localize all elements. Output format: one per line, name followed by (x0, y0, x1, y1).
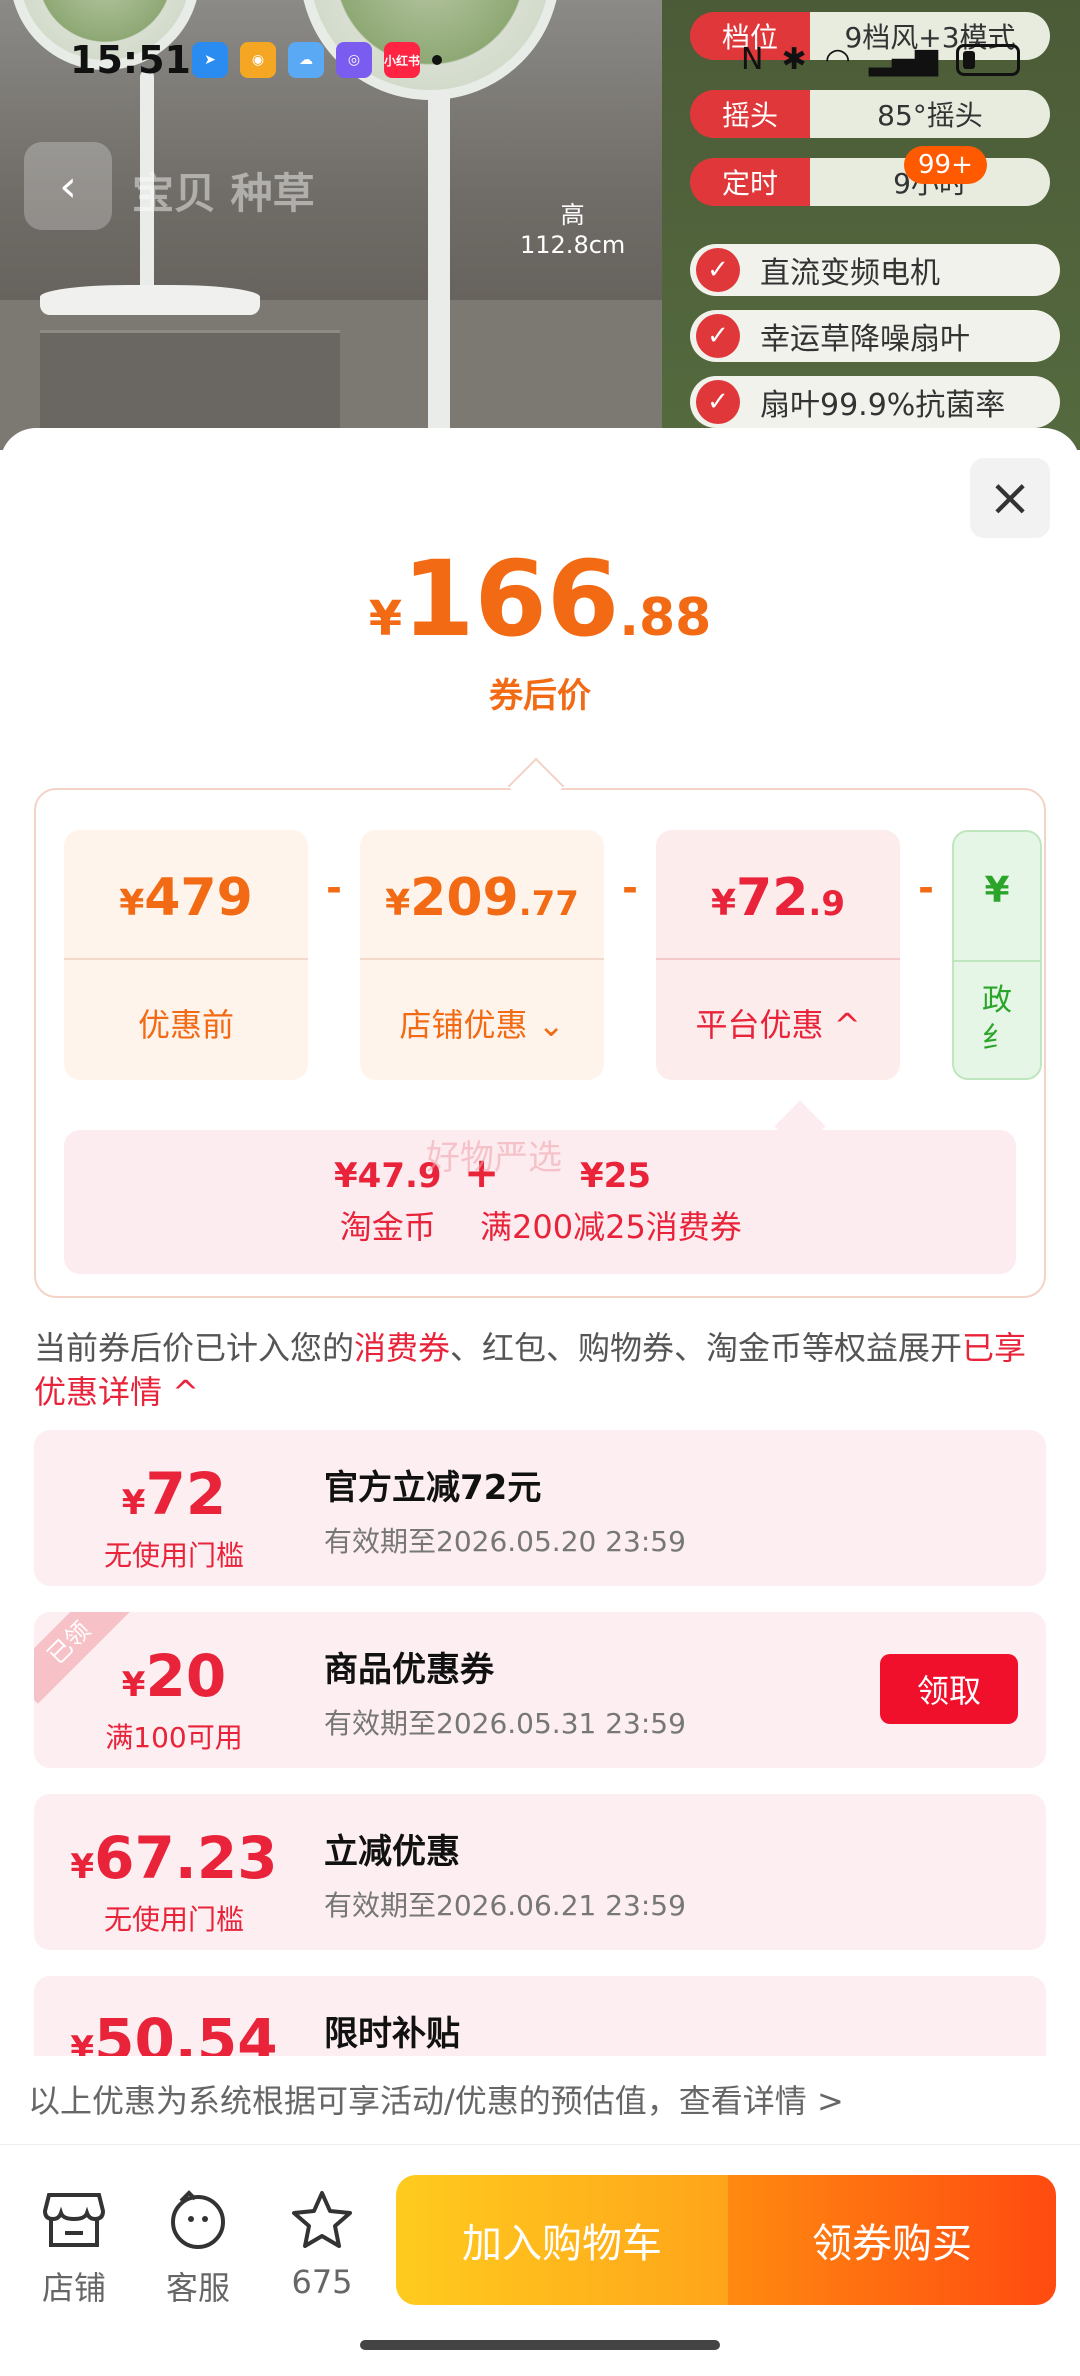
xiaohongshu-icon: 小红书 (384, 42, 420, 78)
final-price-label: 券后价 (489, 676, 591, 716)
weather-icon: ☁ (288, 42, 324, 78)
home-indicator[interactable] (360, 2340, 720, 2350)
check-icon: ✓ (696, 380, 740, 424)
browser-app-icon: ◎ (336, 42, 372, 78)
navigation-app-icon: ➤ (192, 42, 228, 78)
feature-item: ✓ 幸运草降噪扇叶 (690, 310, 1060, 362)
final-price: ¥166.88 (368, 538, 712, 660)
coupon-item[interactable]: 已领 ¥20 满100可用 商品优惠券 有效期至2026.05.31 23:59… (34, 1612, 1046, 1768)
system-icons: N ✱ ◠ ▂▄▆ (741, 42, 1020, 77)
card-government-subsidy[interactable]: ¥ 政 纟 (952, 830, 1042, 1080)
star-icon (272, 2185, 372, 2255)
chevron-down-icon: ⌄ (537, 1006, 565, 1044)
price-breakdown: ¥479 优惠前 - ¥209.77 店铺优惠 ⌄ - ¥72.9 平台优惠 ^… (34, 788, 1046, 1298)
coupon-item[interactable]: ¥67.23 无使用门槛 立减优惠 有效期至2026.06.21 23:59 (34, 1794, 1046, 1950)
customer-service-icon (148, 2185, 248, 2255)
back-button[interactable]: ‹ (24, 142, 112, 230)
disclaimer-link[interactable]: 以上优惠为系统根据可享活动/优惠的预估值，查看详情 > (28, 2076, 844, 2122)
height-label: 高 112.8cm (520, 201, 626, 259)
add-to-cart-button[interactable]: 加入购物车 (396, 2175, 728, 2305)
minus-sign: - (622, 866, 638, 910)
shop-icon (24, 2185, 124, 2255)
card-shop-discount[interactable]: ¥209.77 店铺优惠 ⌄ (360, 830, 604, 1080)
check-icon: ✓ (696, 314, 740, 358)
feature-item: ✓ 直流变频电机 (690, 244, 1060, 296)
fan-stand-right (428, 90, 450, 450)
coupon-item[interactable]: ¥72 无使用门槛 官方立减72元 有效期至2026.05.20 23:59 (34, 1430, 1046, 1586)
bluetooth-icon: ✱ (781, 42, 807, 77)
claim-and-buy-button[interactable]: 领券购买 (728, 2175, 1056, 2305)
fan-base-left (40, 285, 260, 315)
signal-icon: ▂▄▆ (868, 42, 938, 77)
cart-badge: 99+ (904, 146, 987, 184)
spec-row-timer: 定时 9小时 (690, 156, 1050, 208)
battery-icon (956, 43, 1020, 76)
minus-sign: - (918, 866, 934, 910)
chevron-up-icon: ^ (833, 1006, 861, 1044)
service-button[interactable]: 客服 (148, 2185, 248, 2309)
more-dot-icon (432, 55, 442, 65)
info-text: 当前券后价已计入您的消费券、红包、购物券、淘金币等权益展开已享优惠详情 ^ (34, 1329, 1027, 1411)
check-icon: ✓ (696, 248, 740, 292)
favorite-button[interactable]: 675 (272, 2185, 372, 2301)
feature-item: ✓ 扇叶99.9%抗菌率 (690, 376, 1060, 428)
watermark-text: 好物严选 (426, 1138, 562, 1178)
card-original-price: ¥479 优惠前 (64, 830, 308, 1080)
notification-icons: ➤ ◉ ☁ ◎ 小红书 (192, 42, 442, 78)
status-bar: 15:51 ➤ ◉ ☁ ◎ 小红书 N ✱ ◠ ▂▄▆ (0, 30, 1080, 100)
nfc-icon: N (741, 42, 764, 77)
close-icon: × (988, 468, 1032, 528)
minus-sign: - (326, 866, 342, 910)
card-platform-discount[interactable]: ¥72.9 平台优惠 ^ (656, 830, 900, 1080)
claim-button[interactable]: 领取 (880, 1654, 1018, 1724)
wifi-icon: ◠ (824, 42, 851, 77)
nav-tabs[interactable]: 宝贝 种草 (132, 160, 315, 221)
status-time: 15:51 (70, 38, 191, 82)
breakdown-cards: ¥479 优惠前 - ¥209.77 店铺优惠 ⌄ - ¥72.9 平台优惠 ^… (64, 830, 1042, 1080)
close-button[interactable]: × (970, 458, 1050, 538)
weibo-icon: ◉ (240, 42, 276, 78)
discount-sheet: × ¥166.88 券后价 ¥479 优惠前 - ¥209.77 店铺优惠 ⌄ … (0, 428, 1080, 2376)
shop-button[interactable]: 店铺 (24, 2185, 124, 2309)
